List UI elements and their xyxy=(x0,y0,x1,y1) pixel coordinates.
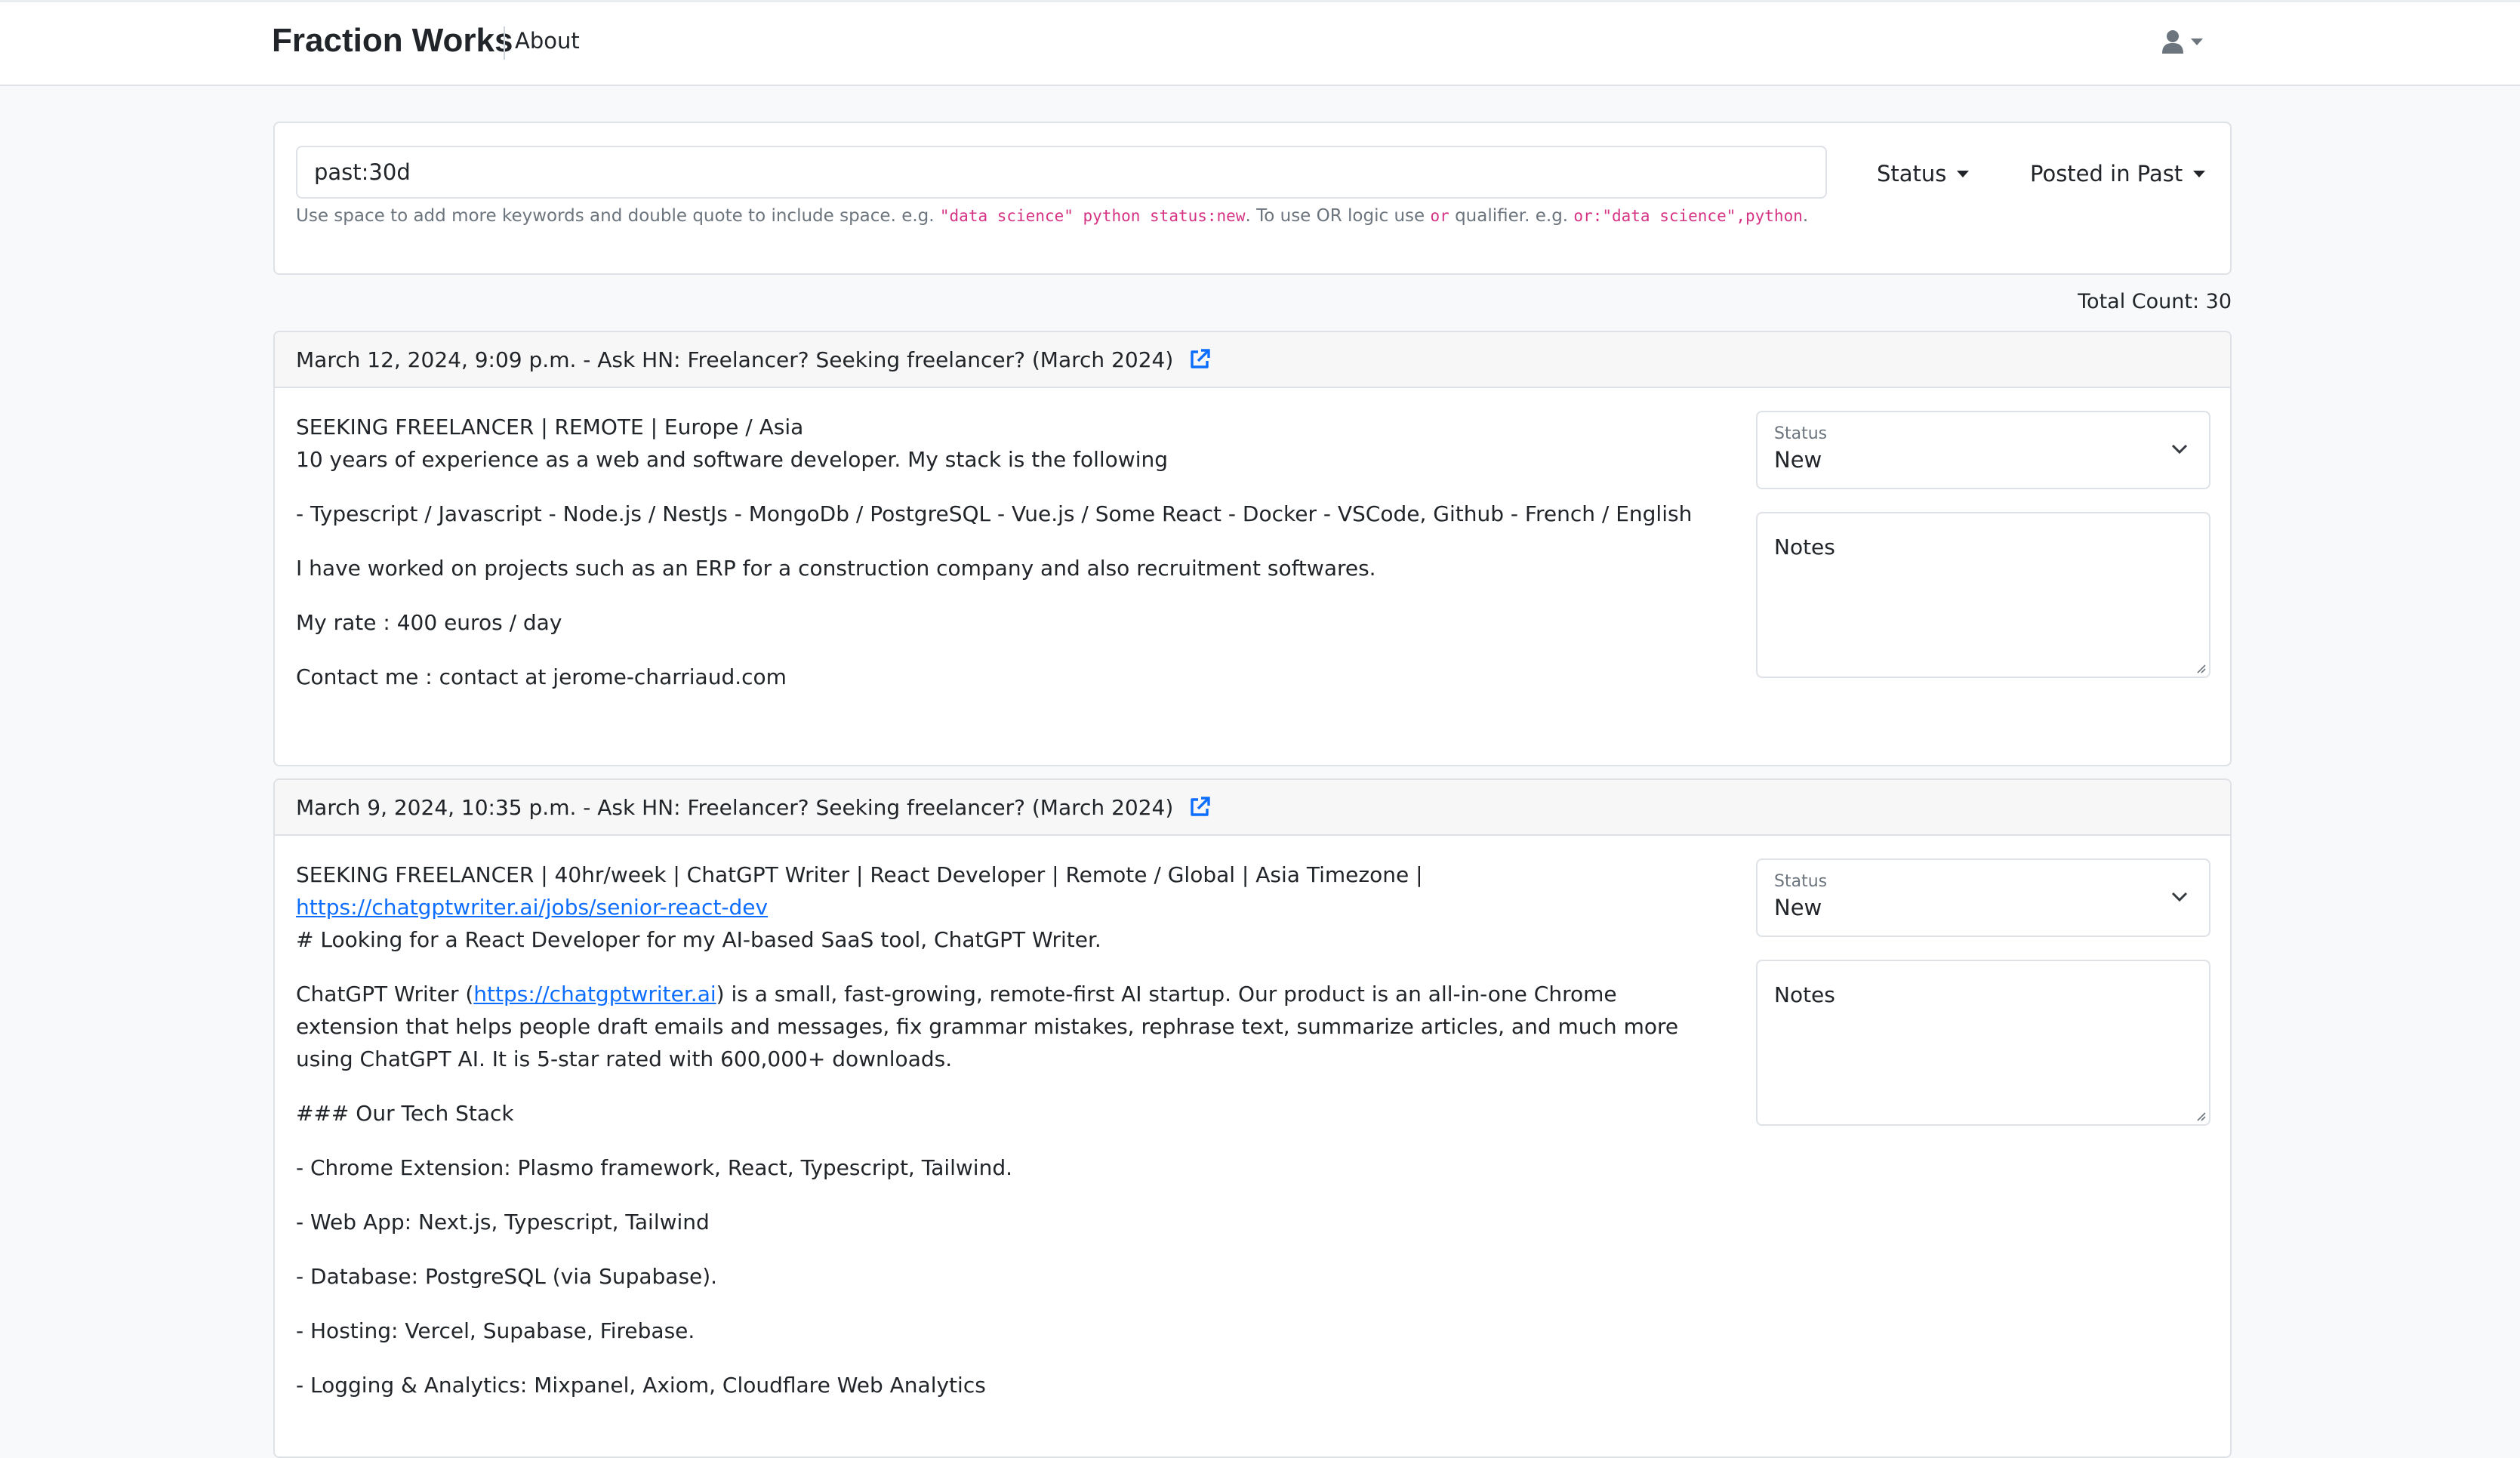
post-status-select[interactable]: Status New xyxy=(1756,411,2210,489)
user-menu-dropdown[interactable] xyxy=(2162,25,2203,58)
resize-grip-icon[interactable] xyxy=(2195,663,2206,674)
status-select-value: New xyxy=(1774,895,1822,920)
post-intro: SEEKING FREELANCER | 40hr/week | ChatGPT… xyxy=(296,862,1423,887)
external-link-icon[interactable] xyxy=(1188,348,1211,371)
top-navbar: Fraction Works About xyxy=(0,0,2520,86)
post-text-part: ChatGPT Writer ( xyxy=(296,982,474,1006)
help-text-part: qualifier. e.g. xyxy=(1449,206,1574,226)
external-link-icon[interactable] xyxy=(1188,796,1211,818)
posted-filter-label: Posted in Past xyxy=(2030,161,2183,186)
post-header: March 9, 2024, 10:35 p.m. - Ask HN: Free… xyxy=(275,780,2230,836)
status-filter-dropdown[interactable]: Status xyxy=(1877,161,1970,186)
post-line: My rate : 400 euros / day xyxy=(296,610,562,635)
status-select-value: New xyxy=(1774,447,1822,473)
site-link[interactable]: https://chatgptwriter.ai xyxy=(473,982,716,1006)
caret-down-icon xyxy=(1957,170,1970,177)
post-card: March 9, 2024, 10:35 p.m. - Ask HN: Free… xyxy=(273,778,2232,1458)
help-text-part: Use space to add more keywords and doubl… xyxy=(296,206,940,226)
post-line: SEEKING FREELANCER | 40hr/week | ChatGPT… xyxy=(296,858,1715,923)
nav-link-about[interactable]: About xyxy=(515,28,580,54)
post-title: March 9, 2024, 10:35 p.m. - Ask HN: Free… xyxy=(296,794,1174,820)
user-icon xyxy=(2162,30,2183,54)
caret-down-icon xyxy=(2193,170,2206,177)
notes-textarea[interactable]: Notes xyxy=(1756,512,2210,678)
post-text: SEEKING FREELANCER | REMOTE | Europe / A… xyxy=(296,411,1715,715)
post-line: - Chrome Extension: Plasmo framework, Re… xyxy=(296,1155,1013,1180)
post-line: I have worked on projects such as an ERP… xyxy=(296,556,1376,581)
notes-textarea[interactable]: Notes xyxy=(1756,960,2210,1126)
post-line: - Logging & Analytics: Mixpanel, Axiom, … xyxy=(296,1373,986,1398)
post-line: Contact me : contact at jerome-charriaud… xyxy=(296,664,787,689)
status-select-label: Status xyxy=(1774,872,1828,891)
chevron-down-icon xyxy=(2171,444,2188,455)
post-header: March 12, 2024, 9:09 p.m. - Ask HN: Free… xyxy=(275,332,2230,388)
post-text: SEEKING FREELANCER | 40hr/week | ChatGPT… xyxy=(296,858,1715,1423)
help-code-example: "data science" python status:new xyxy=(939,207,1246,225)
help-code-or-example: or:"data science",python xyxy=(1573,207,1803,225)
post-line: ChatGPT Writer (https://chatgptwriter.ai… xyxy=(296,978,1715,1075)
post-line: ### Our Tech Stack xyxy=(296,1101,514,1126)
help-text-part: . To use OR logic use xyxy=(1245,206,1431,226)
caret-down-icon xyxy=(2191,38,2203,45)
filter-card: Status Posted in Past Use space to add m… xyxy=(273,122,2232,275)
nav-divider xyxy=(504,26,505,60)
search-help-text: Use space to add more keywords and doubl… xyxy=(296,206,1808,226)
post-status-select[interactable]: Status New xyxy=(1756,858,2210,937)
post-line: - Database: PostgreSQL (via Supabase). xyxy=(296,1264,718,1289)
status-filter-label: Status xyxy=(1877,161,1947,186)
post-line: - Typescript / Javascript - Node.js / Ne… xyxy=(296,501,1693,526)
brand-logo[interactable]: Fraction Works xyxy=(272,22,513,60)
chevron-down-icon xyxy=(2171,892,2188,902)
search-input[interactable] xyxy=(296,146,1827,199)
notes-placeholder: Notes xyxy=(1774,982,1835,1007)
post-title: March 12, 2024, 9:09 p.m. - Ask HN: Free… xyxy=(296,347,1174,372)
post-line: 10 years of experience as a web and soft… xyxy=(296,447,1168,472)
help-text-part: . xyxy=(1802,206,1809,226)
total-count: Total Count: 30 xyxy=(2078,290,2232,313)
post-card: March 12, 2024, 9:09 p.m. - Ask HN: Free… xyxy=(273,331,2232,766)
job-link[interactable]: https://chatgptwriter.ai/jobs/senior-rea… xyxy=(296,895,768,920)
post-line: # Looking for a React Developer for my A… xyxy=(296,927,1101,952)
resize-grip-icon[interactable] xyxy=(2195,1111,2206,1121)
post-line: - Web App: Next.js, Typescript, Tailwind xyxy=(296,1210,710,1235)
post-line: - Hosting: Vercel, Supabase, Firebase. xyxy=(296,1318,695,1343)
help-code-or: or xyxy=(1430,207,1449,225)
status-select-label: Status xyxy=(1774,424,1828,443)
posted-in-past-dropdown[interactable]: Posted in Past xyxy=(2030,161,2206,186)
notes-placeholder: Notes xyxy=(1774,535,1835,559)
post-line: SEEKING FREELANCER | REMOTE | Europe / A… xyxy=(296,415,804,439)
